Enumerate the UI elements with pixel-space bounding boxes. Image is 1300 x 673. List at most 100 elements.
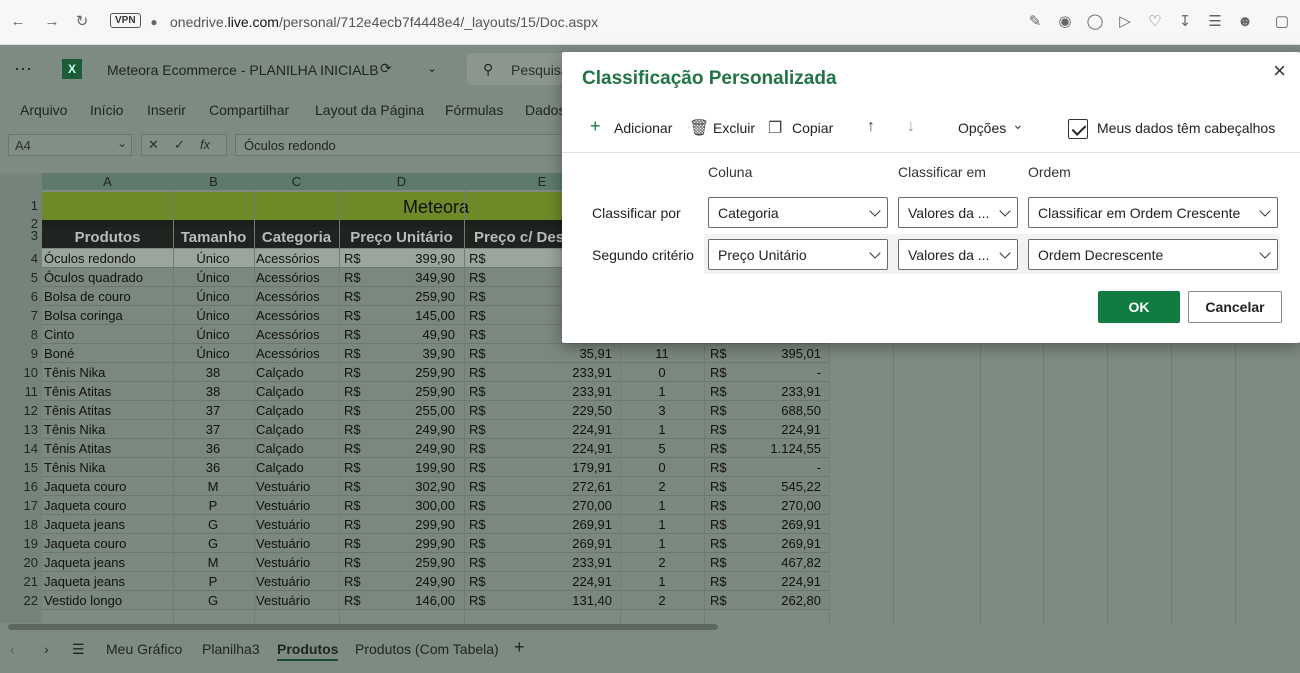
- copy-level-button[interactable]: Copiar: [792, 120, 833, 136]
- cell-e[interactable]: 233,91: [464, 365, 616, 380]
- row-number[interactable]: 4: [0, 251, 42, 266]
- cell-b[interactable]: Único: [173, 270, 253, 285]
- then-by-column-select[interactable]: Preço Unitário: [708, 239, 888, 270]
- headers-checkbox[interactable]: [1068, 119, 1088, 139]
- cell-d[interactable]: 299,90: [339, 517, 459, 532]
- cell-f[interactable]: 2: [620, 479, 704, 494]
- row-number[interactable]: 16: [0, 479, 42, 494]
- cell-c[interactable]: Acessórios: [256, 308, 338, 323]
- cell-d[interactable]: 259,90: [339, 384, 459, 399]
- cell-g[interactable]: 224,91: [705, 422, 825, 437]
- sort-by-sorton-select[interactable]: Valores da ...: [898, 197, 1018, 228]
- cell-e[interactable]: 233,91: [464, 384, 616, 399]
- cell-a[interactable]: Jaqueta couro: [44, 479, 172, 494]
- options-button[interactable]: Opções: [958, 120, 1006, 136]
- row-number[interactable]: 7: [0, 308, 42, 323]
- all-sheets-icon[interactable]: ☰: [72, 641, 85, 658]
- cell-d[interactable]: 349,90: [339, 270, 459, 285]
- cell-c[interactable]: Acessórios: [256, 327, 338, 342]
- cell-g[interactable]: -: [705, 365, 825, 380]
- cell-b[interactable]: 36: [173, 460, 253, 475]
- cell-b[interactable]: 37: [173, 403, 253, 418]
- cell-b[interactable]: G: [173, 517, 253, 532]
- cell-f[interactable]: 0: [620, 460, 704, 475]
- menu-layout[interactable]: Layout da Página: [315, 102, 424, 118]
- row-number[interactable]: 20: [0, 555, 42, 570]
- cell-b[interactable]: M: [173, 555, 253, 570]
- chevron-down-icon[interactable]: ⌄: [427, 61, 437, 75]
- cell-c[interactable]: Vestuário: [256, 536, 338, 551]
- heart-icon[interactable]: ♡: [1145, 12, 1165, 32]
- cell-f[interactable]: 1: [620, 498, 704, 513]
- lock-icon[interactable]: ●: [144, 12, 164, 32]
- cell-e[interactable]: 224,91: [464, 422, 616, 437]
- profile-icon[interactable]: ☻: [1235, 12, 1255, 32]
- doc-title[interactable]: Meteora Ecommerce - PLANILHA INICIALB: [107, 62, 379, 78]
- cell-f[interactable]: 11: [620, 346, 704, 361]
- cell-d[interactable]: 249,90: [339, 422, 459, 437]
- cell-c[interactable]: Calçado: [256, 403, 338, 418]
- row-number[interactable]: 3: [0, 228, 42, 243]
- cell-d[interactable]: 259,90: [339, 555, 459, 570]
- cell-g[interactable]: 269,91: [705, 517, 825, 532]
- arrow-down-icon[interactable]: ↓: [907, 118, 915, 136]
- cell-a[interactable]: Tênis Nika: [44, 365, 172, 380]
- title-cell[interactable]: Meteora: [42, 192, 562, 220]
- cell-a[interactable]: Tênis Atitas: [44, 403, 172, 418]
- cell-e[interactable]: 179,91: [464, 460, 616, 475]
- cell-g[interactable]: 224,91: [705, 574, 825, 589]
- cell-d[interactable]: 259,90: [339, 365, 459, 380]
- sort-by-order-select[interactable]: Classificar em Ordem Crescente: [1028, 197, 1278, 228]
- cell-a[interactable]: Óculos redondo: [44, 251, 172, 266]
- row-number[interactable]: 21: [0, 574, 42, 589]
- cell-d[interactable]: 146,00: [339, 593, 459, 608]
- cell-b[interactable]: Único: [173, 346, 253, 361]
- cell-c[interactable]: Calçado: [256, 365, 338, 380]
- cell-a[interactable]: Boné: [44, 346, 172, 361]
- play-icon[interactable]: ▷: [1115, 12, 1135, 32]
- cell-b[interactable]: Único: [173, 327, 253, 342]
- cell-e[interactable]: 269,91: [464, 517, 616, 532]
- copy-icon[interactable]: ❐: [768, 118, 782, 138]
- cell-b[interactable]: G: [173, 593, 253, 608]
- cell-g[interactable]: 270,00: [705, 498, 825, 513]
- cell-e[interactable]: 35,91: [464, 346, 616, 361]
- chevron-down-icon[interactable]: ⌄: [1012, 116, 1024, 133]
- row-number[interactable]: 15: [0, 460, 42, 475]
- col-header-d[interactable]: D: [339, 174, 464, 189]
- cell-a[interactable]: Jaqueta jeans: [44, 517, 172, 532]
- box-icon[interactable]: ▢: [1272, 12, 1292, 32]
- cell-d[interactable]: 302,90: [339, 479, 459, 494]
- row-number[interactable]: 8: [0, 327, 42, 342]
- tab-planilha3[interactable]: Planilha3: [202, 641, 260, 657]
- cell-c[interactable]: Vestuário: [256, 593, 338, 608]
- cell-b[interactable]: 37: [173, 422, 253, 437]
- menu-inserir[interactable]: Inserir: [147, 102, 186, 118]
- cell-g[interactable]: 233,91: [705, 384, 825, 399]
- cell-d[interactable]: 249,90: [339, 574, 459, 589]
- col-header-c[interactable]: C: [254, 174, 339, 189]
- cell-a[interactable]: Bolsa de couro: [44, 289, 172, 304]
- cell-b[interactable]: G: [173, 536, 253, 551]
- cell-d[interactable]: 199,90: [339, 460, 459, 475]
- cell-f[interactable]: 1: [620, 536, 704, 551]
- cell-f[interactable]: 1: [620, 422, 704, 437]
- cell-a[interactable]: Tênis Atitas: [44, 384, 172, 399]
- cell-g[interactable]: 262,80: [705, 593, 825, 608]
- cell-c[interactable]: Vestuário: [256, 479, 338, 494]
- name-box[interactable]: A4 ⌄: [8, 134, 132, 156]
- row-number[interactable]: 1: [0, 198, 42, 213]
- edit-icon[interactable]: ✎: [1025, 12, 1045, 32]
- cell-a[interactable]: Cinto: [44, 327, 172, 342]
- row-number[interactable]: 6: [0, 289, 42, 304]
- vpn-badge[interactable]: VPN: [110, 13, 141, 28]
- sort-by-column-select[interactable]: Categoria: [708, 197, 888, 228]
- tab-produtos[interactable]: Produtos: [277, 641, 339, 661]
- cell-c[interactable]: Calçado: [256, 422, 338, 437]
- horizontal-scrollbar[interactable]: [8, 624, 718, 630]
- reload-icon[interactable]: ↻: [72, 12, 92, 32]
- app-launcher-icon[interactable]: ⋯: [14, 59, 32, 80]
- cell-c[interactable]: Acessórios: [256, 289, 338, 304]
- cancel-icon[interactable]: ✕: [148, 137, 159, 153]
- shield-icon[interactable]: ◯: [1085, 12, 1105, 32]
